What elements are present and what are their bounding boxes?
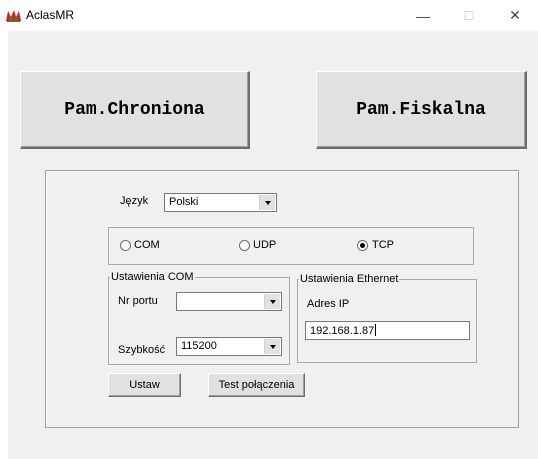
title-bar: AclasMR — ☐ ✕ [0, 0, 538, 31]
chevron-down-icon [269, 299, 276, 304]
language-value: Polski [169, 196, 199, 208]
port-select[interactable] [176, 292, 282, 311]
radio-udp[interactable] [239, 240, 250, 251]
test-connection-button[interactable]: Test połączenia [208, 373, 305, 397]
chevron-down-icon [269, 344, 276, 349]
dropdown-button[interactable] [259, 195, 275, 210]
ip-address-value: 192.168.1.87 [310, 324, 377, 338]
ustaw-button[interactable]: Ustaw [108, 373, 181, 397]
window-title: AclasMR [26, 8, 75, 22]
language-label: Język [120, 195, 149, 207]
speed-value: 115200 [181, 340, 217, 352]
radio-tcp-label: TCP [372, 239, 394, 251]
minimize-button[interactable]: — [400, 0, 446, 31]
com-settings-legend: Ustawienia COM [110, 271, 195, 283]
connection-type-group [108, 227, 474, 265]
port-label: Nr portu [118, 295, 158, 307]
pam-chroniona-button[interactable]: Pam.Chroniona [20, 71, 250, 149]
chevron-down-icon [264, 200, 271, 205]
radio-com-label: COM [134, 239, 160, 251]
dropdown-button[interactable] [264, 294, 280, 309]
maximize-button[interactable]: ☐ [446, 0, 492, 31]
speed-select[interactable]: 115200 [176, 337, 282, 356]
ip-address-text: 192.168.1.87 [310, 325, 375, 337]
speed-label: Szybkość [118, 344, 166, 356]
radio-com[interactable] [120, 240, 131, 251]
close-button[interactable]: ✕ [492, 0, 538, 31]
radio-tcp[interactable] [357, 240, 368, 251]
pam-fiskalna-button[interactable]: Pam.Fiskalna [316, 71, 527, 149]
dropdown-button[interactable] [264, 339, 280, 354]
app-logo-icon [6, 10, 21, 22]
ip-label: Adres IP [307, 298, 350, 310]
ethernet-settings-legend: Ustawienia Ethernet [299, 273, 400, 285]
text-caret [375, 324, 377, 336]
language-select[interactable]: Polski [164, 193, 277, 212]
radio-udp-label: UDP [253, 239, 277, 251]
ip-address-input[interactable]: 192.168.1.87 [305, 321, 470, 340]
